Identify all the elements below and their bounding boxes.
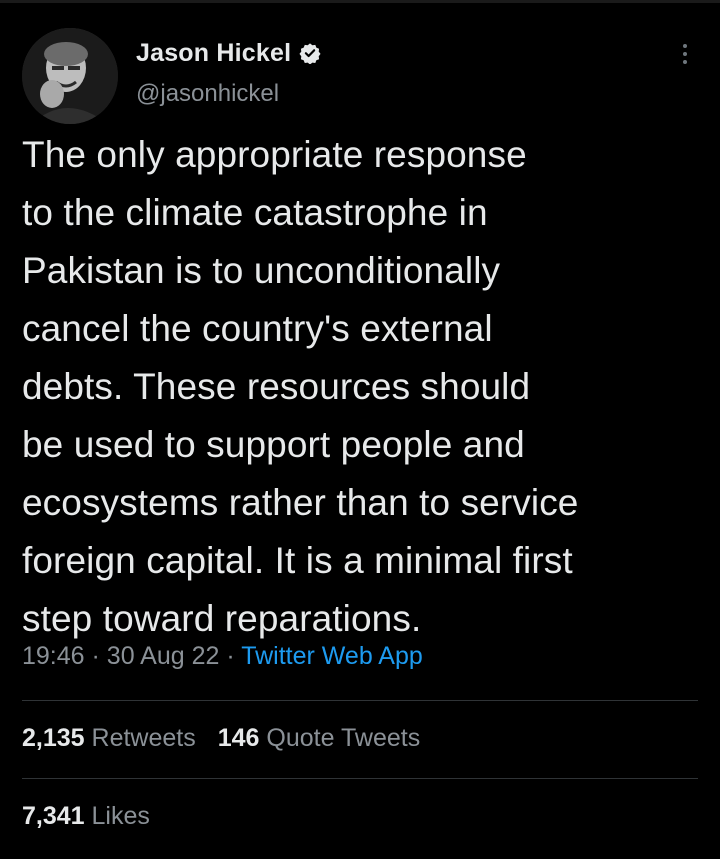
divider [22, 778, 698, 779]
quote-tweets-stat[interactable]: 146 Quote Tweets [218, 724, 420, 752]
quote-tweets-label: Quote Tweets [266, 724, 421, 752]
quote-tweets-count: 146 [217, 724, 260, 752]
tweet-text: The only appropriate response to the cli… [22, 134, 579, 639]
author-name-row: Jason Hickel [136, 36, 321, 70]
divider [22, 700, 698, 701]
tweet-metadata: 19:46 · 30 Aug 22 · Twitter Web App [22, 642, 423, 671]
likes-count: 7,341 [22, 802, 85, 830]
tweet-date[interactable]: 30 Aug 22 [107, 642, 220, 670]
author-display-name[interactable]: Jason Hickel [136, 39, 291, 68]
avatar[interactable] [22, 28, 118, 124]
likes-label: Likes [91, 802, 150, 830]
author-handle[interactable]: @jasonhickel [136, 80, 279, 108]
retweets-stat[interactable]: 2,135 Retweets [22, 724, 196, 752]
meta-separator: · [91, 642, 100, 670]
meta-separator: · [226, 642, 235, 670]
tweet-card: Jason Hickel @jasonhickel The only appro… [0, 0, 720, 859]
retweet-stats-row: 2,135 Retweets 146 Quote Tweets [22, 724, 420, 753]
verified-badge-icon [299, 42, 321, 65]
likes-stats-row: 7,341 Likes [22, 802, 150, 831]
retweets-label: Retweets [91, 724, 196, 752]
avatar-photo [22, 28, 118, 124]
tweet-time[interactable]: 19:46 [22, 642, 85, 670]
retweets-count: 2,135 [22, 724, 85, 752]
likes-stat[interactable]: 7,341 Likes [22, 802, 150, 830]
more-options-icon[interactable] [678, 44, 692, 68]
tweet-source-link[interactable]: Twitter Web App [241, 642, 423, 670]
